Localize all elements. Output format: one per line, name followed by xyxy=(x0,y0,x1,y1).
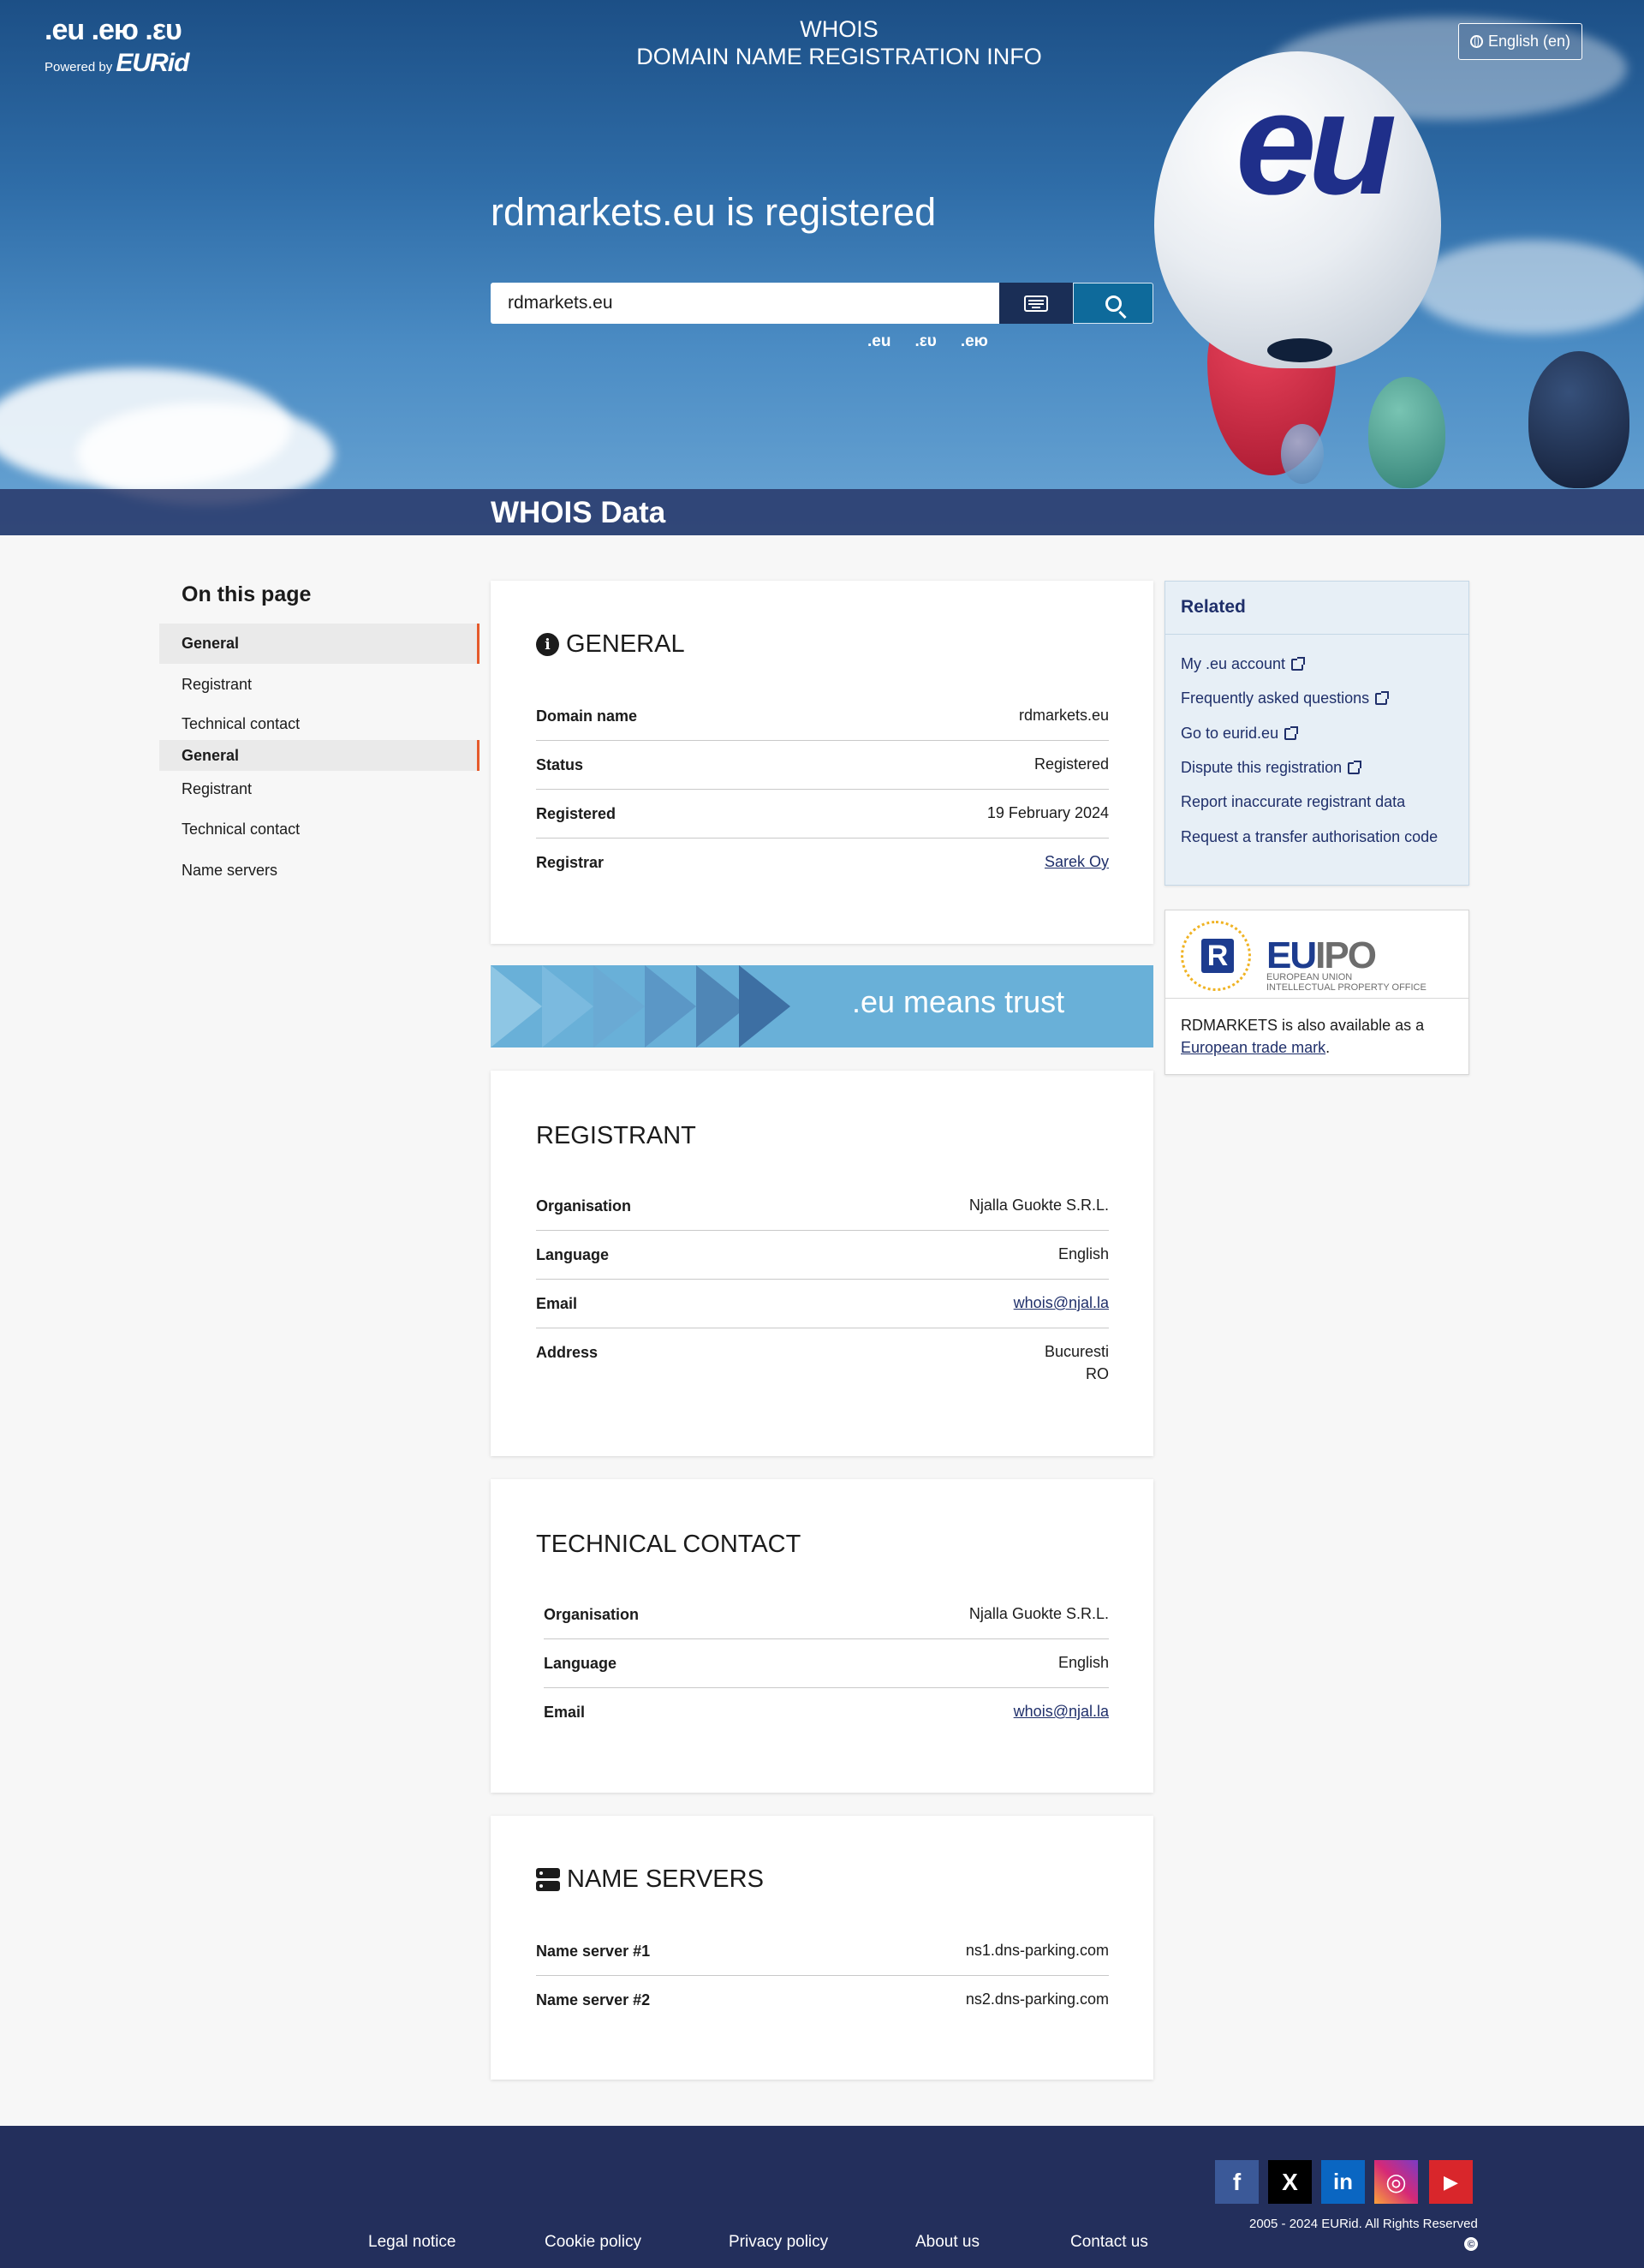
whois-data-band: WHOIS Data xyxy=(0,489,1644,535)
balloon-small xyxy=(1281,424,1324,484)
euipo-panel: R EUIPO EUROPEAN UNION INTELLECTUAL PROPE… xyxy=(1164,910,1469,1075)
general-row-domain-name: Domain name rdmarkets.eu xyxy=(536,692,1109,741)
balloon-green xyxy=(1368,377,1445,488)
euipo-wordmark: EUIPO xyxy=(1266,934,1377,976)
info-icon: i xyxy=(536,633,559,656)
footer: f X in ◎ ▶ 2005 - 2024 EURid. All Rights… xyxy=(0,2126,1644,2268)
external-link-icon xyxy=(1348,760,1362,774)
related-link-my-eu-account[interactable]: My .eu account xyxy=(1181,655,1306,673)
balloon-basket xyxy=(1267,338,1332,362)
chevron-decoration xyxy=(491,965,542,1047)
name-servers-card: NAME SERVERS Name server #1 ns1.dns-parki… xyxy=(491,1816,1153,2080)
trust-banner-text: .eu means trust xyxy=(852,984,1065,1019)
eu-means-trust-banner[interactable]: .eu means trust xyxy=(491,965,1153,1047)
related-link-eurid[interactable]: Go to eurid.eu xyxy=(1181,725,1299,743)
on-this-page-title: On this page xyxy=(182,582,312,606)
copyright-text: 2005 - 2024 EURid. All Rights Reserved xyxy=(1249,2217,1478,2231)
cloud xyxy=(1413,240,1644,334)
search-bar xyxy=(491,283,1153,324)
nameserver-row-2: Name server #2 ns2.dns-parking.com xyxy=(536,1990,1109,2008)
footer-link-privacy-policy[interactable]: Privacy policy xyxy=(729,2233,828,2252)
related-link-transfer-code[interactable]: Request a transfer authorisation code xyxy=(1181,828,1438,846)
tld-greek[interactable]: .ευ xyxy=(914,332,936,351)
related-link-faq[interactable]: Frequently asked questions xyxy=(1181,689,1390,707)
general-row-registered: Registered 19 February 2024 xyxy=(536,790,1109,839)
nav-item-name-servers[interactable]: Name servers xyxy=(159,850,480,891)
registrant-row-email: Email whois@njal.la xyxy=(536,1280,1109,1328)
instagram-icon[interactable]: ◎ xyxy=(1374,2160,1418,2204)
technical-contact-title: TECHNICAL CONTACT xyxy=(536,1531,801,1558)
registered-title: rdmarkets.eu is registered xyxy=(491,190,937,234)
chevron-decoration xyxy=(645,965,696,1047)
euipo-text: RDMARKETS is also available as a Europea… xyxy=(1181,1017,1425,1056)
nav-item-general[interactable]: General xyxy=(159,740,480,771)
nav-item-technical-contact[interactable]: Technical contact xyxy=(159,704,480,744)
tld-switcher: .eu .ευ .ею xyxy=(867,332,988,351)
registrant-row-organisation: Organisation Njalla Guokte S.R.L. xyxy=(536,1182,1109,1231)
registrant-email-link[interactable]: whois@njal.la xyxy=(1014,1292,1109,1314)
technical-contact-card: TECHNICAL CONTACT Organisation Njalla Guo… xyxy=(491,1479,1153,1793)
chevron-decoration xyxy=(542,965,593,1047)
registrant-card: REGISTRANT Organisation Njalla Guokte S.R… xyxy=(491,1071,1153,1456)
general-row-status: Status Registered xyxy=(536,741,1109,790)
registrant-row-address: Address Bucuresti RO xyxy=(536,1343,1109,1382)
tld-cyrillic[interactable]: .ею xyxy=(961,332,988,351)
nav-item-general[interactable]: General xyxy=(159,624,480,664)
x-twitter-icon[interactable]: X xyxy=(1268,2160,1312,2204)
general-title: i GENERAL xyxy=(536,630,685,659)
footer-link-legal-notice[interactable]: Legal notice xyxy=(368,2233,456,2252)
footer-link-about-us[interactable]: About us xyxy=(915,2233,980,2252)
search-button[interactable] xyxy=(1073,283,1153,324)
related-link-report-inaccurate[interactable]: Report inaccurate registrant data xyxy=(1181,793,1405,811)
language-button[interactable]: English (en) xyxy=(1458,23,1582,60)
server-icon xyxy=(536,1868,560,1891)
nav-item-registrant[interactable]: Registrant xyxy=(159,769,480,809)
footer-link-cookie-policy[interactable]: Cookie policy xyxy=(545,2233,641,2252)
external-link-icon xyxy=(1375,690,1390,705)
nav-item-registrant[interactable]: Registrant xyxy=(159,665,480,705)
registrar-link[interactable]: Sarek Oy xyxy=(1045,850,1109,873)
keyboard-icon xyxy=(1024,295,1048,312)
balloon-navy xyxy=(1528,351,1629,488)
technical-email-link[interactable]: whois@njal.la xyxy=(1014,1700,1109,1722)
chevron-decoration xyxy=(739,965,790,1047)
euipo-logo[interactable]: R EUIPO EUROPEAN UNION INTELLECTUAL PROPE… xyxy=(1165,910,1468,999)
youtube-icon[interactable]: ▶ xyxy=(1429,2160,1473,2204)
related-panel: Related My .eu account Frequently asked … xyxy=(1164,581,1469,886)
search-icon xyxy=(1105,295,1122,312)
facebook-icon[interactable]: f xyxy=(1215,2160,1259,2204)
copyright-icon: © xyxy=(1464,2237,1478,2251)
hero-banner: eu .eu .ею .ευ Powered by EURid WHOIS DO… xyxy=(0,0,1644,535)
nameserver-row-1: Name server #1 ns1.dns-parking.com xyxy=(536,1927,1109,1976)
page-header-title: WHOIS DOMAIN NAME REGISTRATION INFO xyxy=(636,16,1042,69)
related-title: Related xyxy=(1165,582,1468,635)
general-row-registrar: Registrar Sarek Oy xyxy=(536,839,1109,887)
footer-link-contact-us[interactable]: Contact us xyxy=(1070,2233,1148,2252)
euipo-subtitle: EUROPEAN UNION INTELLECTUAL PROPERTY OFFI… xyxy=(1266,972,1427,993)
virtual-keyboard-button[interactable] xyxy=(999,283,1073,324)
registrant-row-language: Language English xyxy=(536,1231,1109,1280)
globe-icon xyxy=(1469,35,1483,48)
search-input[interactable] xyxy=(491,283,999,324)
related-link-dispute[interactable]: Dispute this registration xyxy=(1181,759,1362,777)
registrant-title: REGISTRANT xyxy=(536,1122,696,1149)
external-link-icon xyxy=(1291,656,1306,671)
european-trade-mark-link[interactable]: European trade mark xyxy=(1181,1039,1325,1056)
registered-mark-icon: R xyxy=(1201,939,1234,973)
nav-item-technical-contact[interactable]: Technical contact xyxy=(159,809,480,850)
technical-row-language: Language English xyxy=(544,1639,1109,1688)
technical-row-organisation: Organisation Njalla Guokte S.R.L. xyxy=(544,1591,1109,1639)
general-card: i GENERAL Domain name rdmarkets.eu Status… xyxy=(491,581,1153,944)
linkedin-icon[interactable]: in xyxy=(1321,2160,1365,2204)
external-link-icon xyxy=(1284,725,1299,740)
name-servers-title: NAME SERVERS xyxy=(536,1865,764,1894)
tld-eu[interactable]: .eu xyxy=(867,332,890,351)
chevron-decoration xyxy=(593,965,645,1047)
whois-data-title: WHOIS Data xyxy=(491,496,666,529)
technical-row-email: Email whois@njal.la xyxy=(544,1688,1109,1737)
